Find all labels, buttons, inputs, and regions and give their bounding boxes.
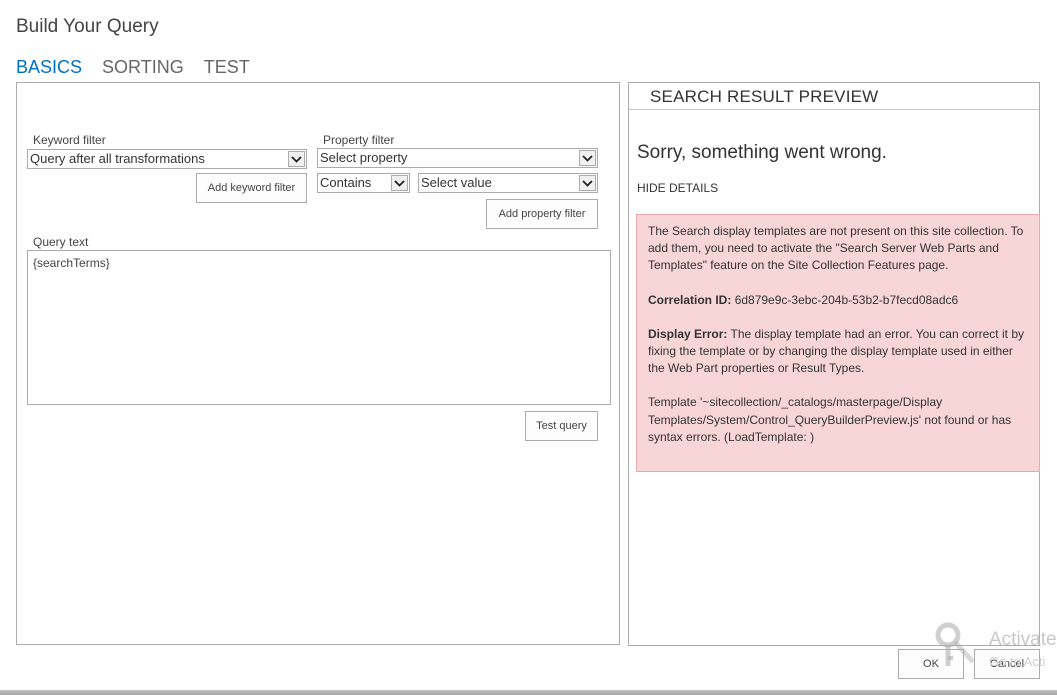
tab-bar: BASICS SORTING TEST: [16, 57, 250, 78]
query-text-input[interactable]: {searchTerms}: [27, 250, 611, 405]
keyword-filter-value: Query after all transformations: [30, 151, 205, 166]
property-filter-label: Property filter: [323, 133, 395, 147]
display-error-label: Display Error:: [648, 326, 728, 341]
add-property-filter-button[interactable]: Add property filter: [486, 199, 598, 229]
keyword-filter-select[interactable]: Query after all transformations: [27, 149, 307, 169]
error-details-box: The Search display templates are not pre…: [636, 214, 1040, 472]
display-error-line: Display Error: The display template had …: [648, 326, 1029, 378]
tab-basics[interactable]: BASICS: [16, 57, 82, 78]
chevron-down-icon[interactable]: [288, 151, 305, 167]
cancel-button[interactable]: Cancel: [974, 649, 1040, 679]
preview-title: SEARCH RESULT PREVIEW: [650, 87, 879, 106]
add-keyword-filter-button[interactable]: Add keyword filter: [196, 173, 307, 203]
correlation-id-label: Correlation ID:: [648, 292, 732, 307]
tab-test[interactable]: TEST: [204, 57, 250, 78]
error-heading: Sorry, something went wrong.: [637, 142, 887, 163]
keyword-filter-label: Keyword filter: [33, 133, 106, 147]
dialog-title: Build Your Query: [16, 16, 159, 37]
test-query-button[interactable]: Test query: [525, 411, 598, 441]
correlation-id-value: 6d879e9c-3ebc-204b-53b2-b7fecd08adc6: [734, 292, 959, 307]
chevron-down-icon[interactable]: [579, 150, 596, 166]
chevron-down-icon[interactable]: [579, 175, 596, 191]
ok-button[interactable]: OK: [898, 649, 964, 679]
window-bottom-edge: [0, 690, 1057, 695]
correlation-id-line: Correlation ID: 6d879e9c-3ebc-204b-53b2-…: [648, 292, 1029, 309]
value-select-value: Select value: [421, 175, 492, 190]
chevron-down-icon[interactable]: [391, 175, 408, 191]
property-select[interactable]: Select property: [317, 148, 598, 168]
error-message: The Search display templates are not pre…: [648, 224, 1024, 273]
template-error-message: Template '~sitecollection/_catalogs/mast…: [648, 395, 1012, 444]
value-select[interactable]: Select value: [418, 173, 598, 193]
operator-select[interactable]: Contains: [317, 173, 410, 193]
query-text-label: Query text: [33, 235, 89, 249]
hide-details-link[interactable]: HIDE DETAILS: [637, 181, 718, 195]
search-result-preview-panel: SEARCH RESULT PREVIEW Sorry, something w…: [628, 82, 1040, 646]
operator-select-value: Contains: [320, 175, 372, 190]
preview-header: SEARCH RESULT PREVIEW: [629, 83, 1039, 110]
property-select-value: Select property: [320, 150, 408, 165]
tab-sorting[interactable]: SORTING: [102, 57, 184, 78]
